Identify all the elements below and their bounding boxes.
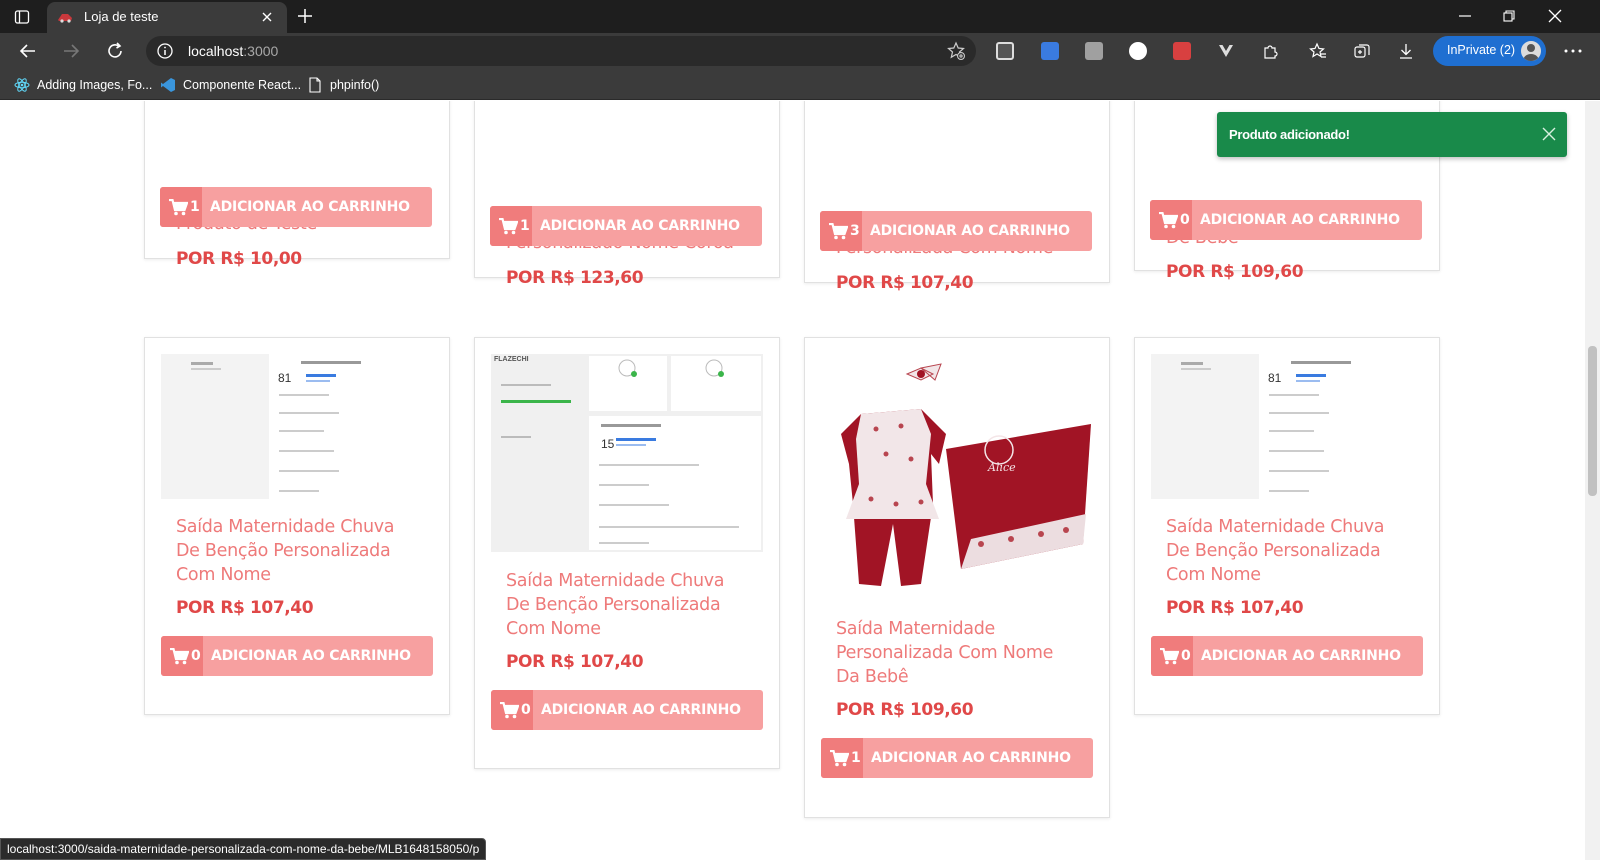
cart-icon (830, 749, 849, 766)
product-card: 81 Saída Maternidade Chuva De Benção Per… (144, 337, 450, 715)
cart-icon (499, 217, 518, 234)
cart-icon (1159, 211, 1178, 228)
downloads-icon[interactable] (1397, 42, 1415, 60)
cart-icon (169, 198, 188, 215)
favorites-icon[interactable] (1309, 42, 1327, 60)
bookmark-phpinfo[interactable]: phpinfo() (307, 76, 379, 94)
minimize-icon[interactable] (1456, 8, 1474, 24)
tab-strip: Loja de teste (0, 0, 1600, 33)
status-bar-url: localhost:3000/saida-maternidade-persona… (0, 838, 487, 860)
react-icon (14, 78, 30, 92)
toast-message: Produto adicionado! (1229, 127, 1350, 142)
product-price: POR R$ 107,40 (176, 598, 314, 618)
site-info-icon[interactable] (156, 42, 174, 60)
product-card: FLAZECHI 15 Saída Maternidade Chuva De B… (474, 337, 780, 769)
new-tab-icon[interactable] (295, 6, 315, 26)
scrollbar-thumb[interactable] (1588, 346, 1597, 496)
tab-loja-de-teste[interactable]: Loja de teste (47, 2, 287, 33)
tab-actions-icon[interactable] (11, 6, 33, 28)
close-icon[interactable] (1541, 126, 1557, 142)
product-card: 81 Saída Maternidade Chuva De Benção Per… (1134, 337, 1440, 715)
page-viewport: Produto de Teste POR R$ 10,00 Saída Mate… (0, 101, 1585, 860)
product-price: POR R$ 107,40 (836, 273, 974, 293)
cart-icon (1160, 647, 1179, 664)
baby-outfit-photo (841, 363, 1091, 586)
product-image[interactable]: 81 (1151, 354, 1423, 499)
more-options-icon[interactable] (1561, 41, 1585, 61)
add-to-cart-button[interactable]: 0 ADICIONAR AO CARRINHO (161, 636, 433, 676)
add-to-cart-button[interactable]: 0 ADICIONAR AO CARRINHO (1151, 636, 1423, 676)
site-favicon-icon (58, 14, 72, 23)
address-bar[interactable]: localhost:3000 (146, 36, 976, 66)
page-scrollbar[interactable] (1585, 101, 1600, 860)
cart-icon (170, 647, 189, 664)
close-window-icon[interactable] (1546, 8, 1564, 24)
back-icon[interactable] (17, 40, 39, 62)
extension-icon-4[interactable] (1129, 42, 1147, 60)
cart-icon (829, 222, 848, 239)
add-to-cart-button[interactable]: 0 ADICIONAR AO CARRINHO (1150, 200, 1422, 240)
add-to-cart-button[interactable]: 1 ADICIONAR AO CARRINHO (490, 206, 762, 246)
product-image[interactable]: Alice (821, 354, 1093, 602)
product-title[interactable]: Saída Maternidade Personalizada Com Nome… (836, 617, 1081, 689)
product-price: POR R$ 109,60 (1166, 262, 1304, 282)
add-to-cart-button[interactable]: 0 ADICIONAR AO CARRINHO (491, 690, 763, 730)
product-card: Produto de Teste POR R$ 10,00 (144, 101, 450, 269)
cart-count-badge: 1 (821, 738, 863, 778)
product-price: POR R$ 109,60 (836, 700, 974, 720)
cart-count-badge: 0 (1150, 200, 1192, 240)
product-price: POR R$ 123,60 (506, 268, 644, 288)
restore-icon[interactable] (1500, 8, 1518, 24)
product-title[interactable]: Saída Maternidade Chuva De Benção Person… (506, 569, 751, 641)
extension-icon-3[interactable] (1085, 42, 1103, 60)
cart-count-badge: 1 (160, 187, 202, 227)
url-text: localhost:3000 (188, 43, 279, 59)
bookmark-componente-react[interactable]: Componente React... (160, 76, 301, 94)
forward-icon[interactable] (60, 40, 82, 62)
product-title[interactable]: Saída Maternidade Chuva De Benção Person… (1166, 515, 1411, 587)
extensions-icon[interactable] (1261, 42, 1279, 60)
collections-icon[interactable] (1353, 42, 1371, 60)
add-favorite-icon[interactable] (946, 41, 966, 61)
screenshot-thumbnail (491, 354, 763, 552)
cart-count-badge: 0 (1151, 636, 1193, 676)
refresh-icon[interactable] (104, 40, 126, 62)
product-price: POR R$ 107,40 (506, 652, 644, 672)
profile-avatar (1519, 39, 1543, 63)
cart-count-badge: 0 (161, 636, 203, 676)
add-to-cart-button[interactable]: 1 ADICIONAR AO CARRINHO (821, 738, 1093, 778)
screenshot-thumbnail (161, 354, 433, 499)
extension-icon-1[interactable] (996, 42, 1014, 60)
vue-devtools-icon[interactable] (1217, 42, 1235, 60)
bookmark-adding-images[interactable]: Adding Images, Fo... (14, 76, 152, 94)
cart-count-badge: 0 (491, 690, 533, 730)
product-card: Saída Maternidade Principe Personalizado… (474, 101, 780, 288)
product-title[interactable]: Saída Maternidade Chuva De Benção Person… (176, 515, 421, 587)
product-price: POR R$ 107,40 (1166, 598, 1304, 618)
screenshot-thumbnail (1151, 354, 1423, 499)
close-tab-icon[interactable] (260, 10, 274, 24)
favorites-bar: Adding Images, Fo... Componente React...… (0, 69, 1600, 100)
cart-count-badge: 1 (490, 206, 532, 246)
extension-icon-2[interactable] (1041, 42, 1059, 60)
cart-icon (500, 701, 519, 718)
cart-count-badge: 3 (820, 211, 862, 251)
toast-notification: Produto adicionado! (1217, 112, 1567, 157)
page-icon (309, 77, 321, 93)
product-card: Alice Saída Maternidade Personalizada Co… (804, 337, 1110, 818)
add-to-cart-button[interactable]: 3 ADICIONAR AO CARRINHO (820, 211, 1092, 251)
add-to-cart-button[interactable]: 1 ADICIONAR AO CARRINHO (160, 187, 432, 227)
product-image[interactable]: FLAZECHI 15 (491, 354, 763, 552)
inprivate-button[interactable]: InPrivate (2) (1433, 36, 1546, 66)
browser-toolbar: localhost:3000 InPrivate (2) (0, 33, 1600, 69)
extension-icon-5[interactable] (1173, 42, 1191, 60)
product-image[interactable]: 81 (161, 354, 433, 499)
product-price: POR R$ 10,00 (176, 249, 302, 269)
vscode-icon (161, 78, 175, 92)
product-card: Saída Maternidade Marinho Personalizada … (804, 101, 1110, 293)
tab-title: Loja de teste (84, 9, 159, 24)
